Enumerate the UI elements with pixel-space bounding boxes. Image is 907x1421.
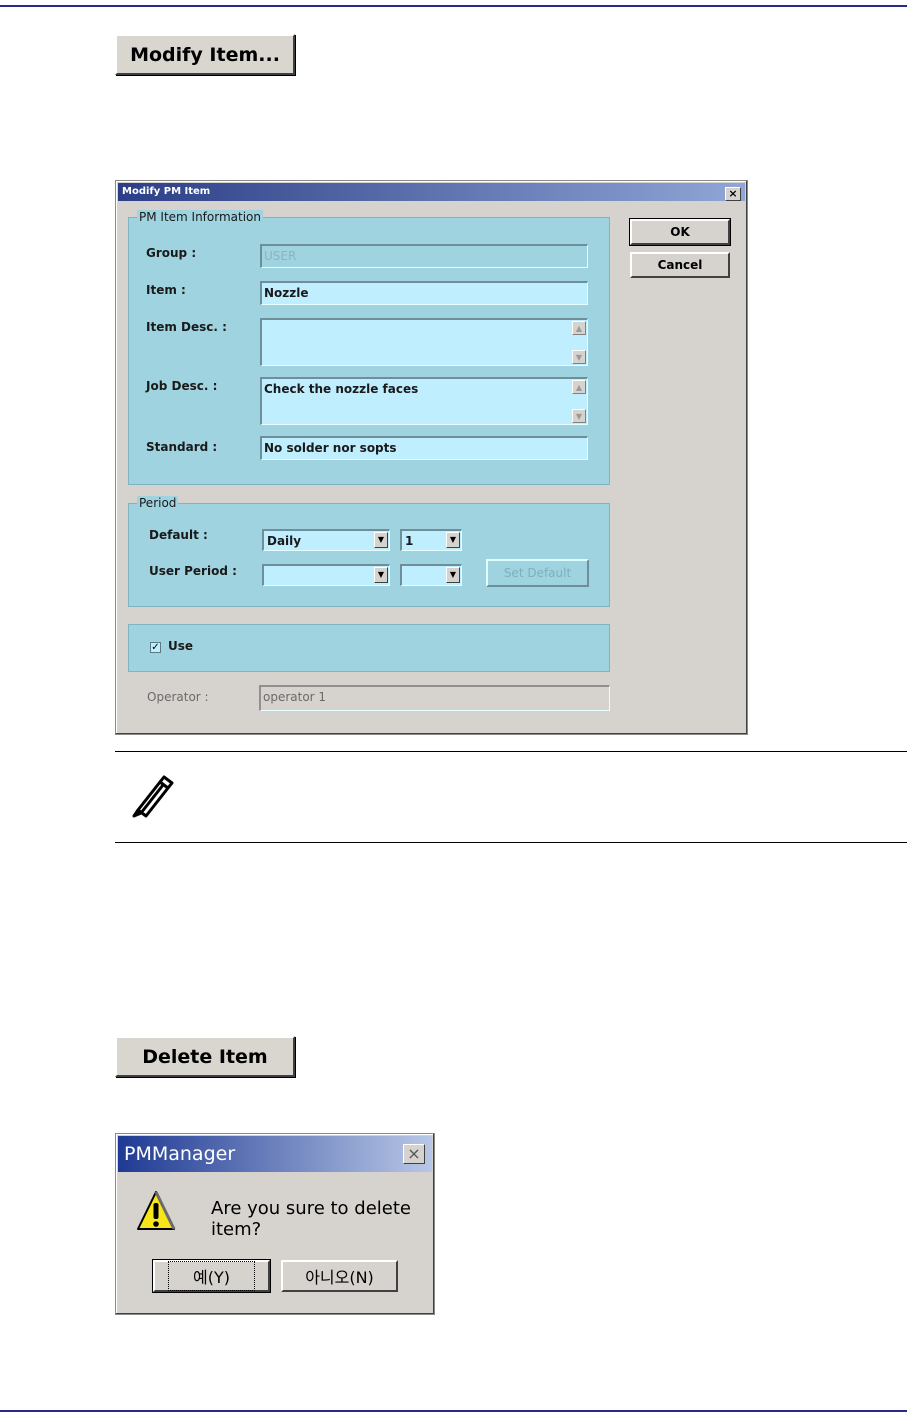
dialog-title-bar: Modify PM Item × — [118, 183, 745, 201]
close-icon[interactable]: × — [403, 1144, 425, 1164]
scroll-up-icon[interactable]: ▲ — [572, 380, 586, 394]
pmmanager-message-box: PMManager × Are you sure to delete item?… — [115, 1133, 435, 1315]
default-period-value: Daily — [267, 534, 302, 548]
note-top-rule — [115, 751, 907, 752]
standard-field[interactable]: No solder nor sopts — [260, 436, 588, 460]
pm-item-information-group: PM Item Information Group : USER Item : … — [128, 210, 610, 485]
default-period-select[interactable]: Daily ▼ — [262, 529, 390, 551]
item-desc-label: Item Desc. : — [146, 320, 227, 334]
default-count-value: 1 — [405, 534, 414, 548]
use-checkbox[interactable]: ✓ — [150, 642, 161, 653]
set-default-button[interactable]: Set Default — [486, 559, 589, 587]
note-bottom-rule — [115, 842, 907, 843]
scroll-down-icon[interactable]: ▼ — [572, 409, 586, 423]
delete-item-button[interactable]: Delete Item — [115, 1036, 295, 1077]
chevron-down-icon[interactable]: ▼ — [374, 532, 388, 548]
item-desc-textarea[interactable]: ▲ ▼ — [260, 318, 588, 366]
user-period-select[interactable]: ▼ — [262, 564, 390, 586]
chevron-down-icon[interactable]: ▼ — [374, 567, 388, 583]
default-count-select[interactable]: 1 ▼ — [400, 529, 462, 551]
user-count-select[interactable]: ▼ — [400, 564, 462, 586]
item-field[interactable]: Nozzle — [260, 281, 588, 305]
scroll-down-icon[interactable]: ▼ — [572, 350, 586, 364]
default-label: Default : — [149, 528, 208, 542]
modify-item-button[interactable]: Modify Item... — [115, 34, 295, 75]
bottom-rule — [0, 1410, 907, 1412]
group-label: Group : — [146, 246, 197, 260]
job-desc-textarea[interactable]: Check the nozzle faces ▲ ▼ — [260, 377, 588, 425]
dialog-title: Modify PM Item — [122, 186, 211, 197]
ok-button[interactable]: OK — [629, 218, 731, 246]
standard-label: Standard : — [146, 440, 218, 454]
warning-icon — [137, 1191, 176, 1230]
chevron-down-icon[interactable]: ▼ — [446, 532, 460, 548]
message-title-bar: PMManager × — [118, 1136, 432, 1172]
job-desc-label: Job Desc. : — [146, 379, 218, 393]
group-field: USER — [260, 244, 588, 268]
use-group: ✓ Use — [128, 624, 610, 672]
message-text: Are you sure to delete item? — [211, 1198, 411, 1240]
scroll-up-icon[interactable]: ▲ — [572, 321, 586, 335]
item-label: Item : — [146, 283, 186, 297]
modify-pm-item-dialog: Modify PM Item × PM Item Information Gro… — [115, 180, 748, 735]
yes-button[interactable]: 예(Y) — [152, 1259, 271, 1293]
message-title: PMManager — [124, 1143, 236, 1165]
operator-field: operator 1 — [259, 685, 610, 711]
pencil-icon — [132, 775, 174, 818]
group-caption: PM Item Information — [137, 210, 263, 224]
group-caption: Period — [137, 496, 179, 510]
chevron-down-icon[interactable]: ▼ — [446, 567, 460, 583]
use-label: Use — [168, 639, 194, 653]
no-button[interactable]: 아니오(N) — [281, 1260, 398, 1292]
yes-button-label: 예(Y) — [168, 1261, 255, 1291]
cancel-button[interactable]: Cancel — [630, 252, 730, 278]
period-group: Period Default : Daily ▼ 1 ▼ User Period… — [128, 496, 610, 607]
top-rule — [0, 5, 907, 7]
operator-label: Operator : — [147, 690, 209, 704]
job-desc-value: Check the nozzle faces — [264, 382, 419, 396]
user-period-label: User Period : — [149, 564, 237, 578]
close-icon[interactable]: × — [725, 187, 741, 201]
